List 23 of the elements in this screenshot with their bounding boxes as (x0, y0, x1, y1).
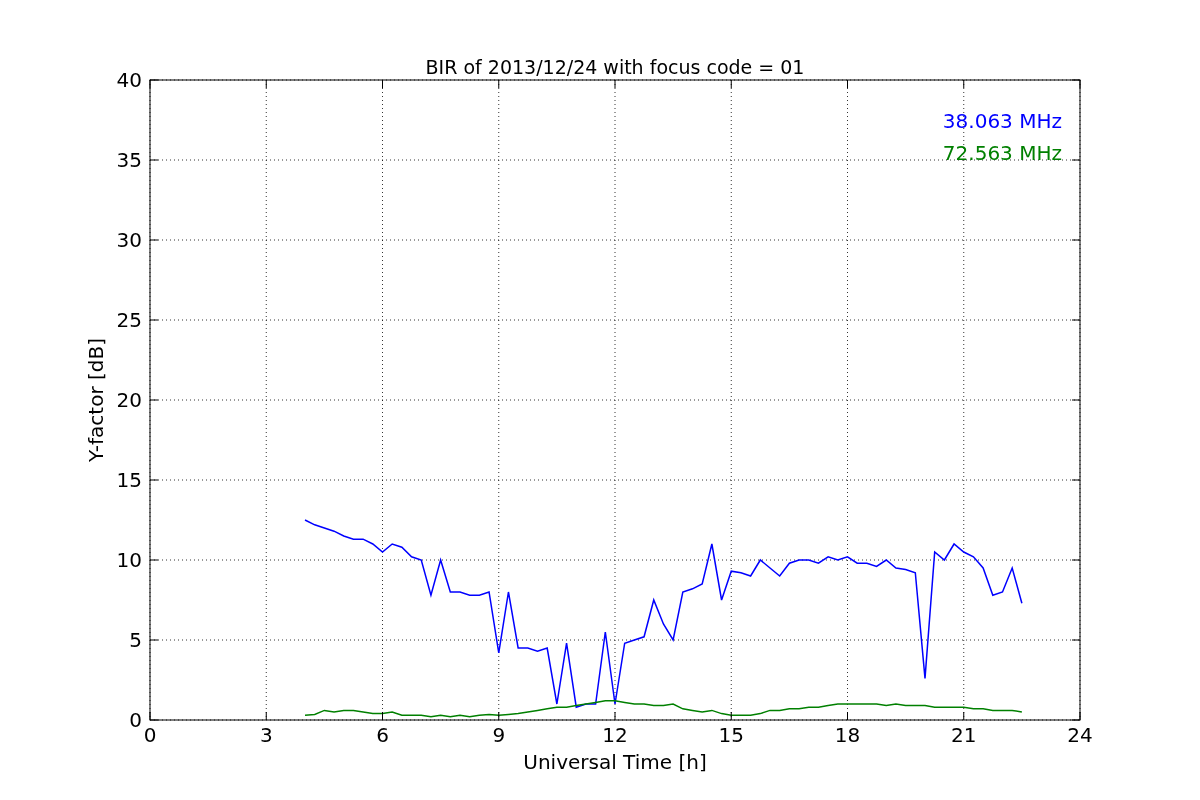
legend-label: 72.563 MHz (942, 141, 1062, 165)
legend-label: 38.063 MHz (942, 109, 1062, 133)
y-tick-label: 30 (116, 228, 142, 252)
y-tick-label: 15 (116, 468, 142, 492)
y-tick-label: 20 (116, 388, 142, 412)
y-tick-label: 40 (116, 68, 142, 92)
x-tick-label: 21 (951, 723, 977, 747)
x-tick-label: 15 (718, 723, 744, 747)
x-tick-label: 12 (602, 723, 628, 747)
y-tick-label: 25 (116, 308, 142, 332)
x-tick-label: 0 (143, 723, 157, 747)
y-tick-label: 35 (116, 148, 142, 172)
x-tick-label: 18 (834, 723, 861, 747)
x-axis-label: Universal Time [h] (523, 750, 707, 774)
y-tick-label: 5 (129, 628, 142, 652)
x-tick-label: 6 (376, 723, 389, 747)
y-tick-label: 10 (116, 548, 142, 572)
chart-title: BIR of 2013/12/24 with focus code = 01 (425, 56, 805, 78)
y-tick-label: 0 (129, 708, 142, 732)
x-tick-label: 9 (492, 723, 506, 747)
x-tick-label: 24 (1067, 723, 1093, 747)
y-axis-label: Y-factor [dB] (84, 338, 108, 462)
x-tick-label: 3 (259, 723, 273, 747)
